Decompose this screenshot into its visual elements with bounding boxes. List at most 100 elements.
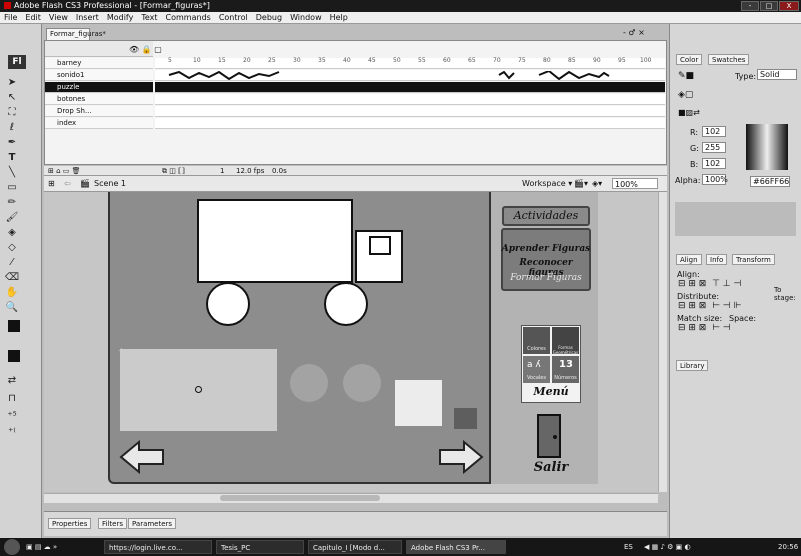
truck-body-rectangle[interactable] bbox=[197, 199, 353, 283]
stroke-pencil-icon[interactable]: ✎■ bbox=[678, 71, 694, 81]
tab-parameters[interactable]: Parameters bbox=[128, 518, 177, 529]
tab-color[interactable]: Color bbox=[676, 54, 703, 65]
distribute-buttons-icon[interactable]: ⊟ ⊞ ⊠ ⊢ ⊣ ⊩ bbox=[678, 301, 741, 311]
menu-window[interactable]: Window bbox=[290, 13, 322, 22]
faded-circle-piece[interactable] bbox=[343, 364, 381, 402]
color-picker-field[interactable] bbox=[746, 124, 788, 170]
pen-tool-icon[interactable]: ✒ bbox=[4, 136, 20, 150]
menu-modify[interactable]: Modify bbox=[107, 13, 134, 22]
pencil-tool-icon[interactable]: ✏ bbox=[4, 196, 20, 210]
menu-control[interactable]: Control bbox=[219, 13, 248, 22]
g-input[interactable]: 255 bbox=[702, 142, 726, 153]
horizontal-scroll-thumb[interactable] bbox=[220, 495, 380, 501]
menu-text[interactable]: Text bbox=[141, 13, 157, 22]
match-size-buttons-icon[interactable]: ⊟ ⊞ ⊠ ⊢ ⊣ bbox=[678, 323, 731, 333]
tab-filters[interactable]: Filters bbox=[98, 518, 127, 529]
document-tab[interactable]: Formar_figuras* bbox=[46, 28, 106, 40]
text-tool-icon[interactable]: T bbox=[4, 151, 20, 165]
menu-edit[interactable]: Edit bbox=[25, 13, 41, 22]
menu-debug[interactable]: Debug bbox=[256, 13, 282, 22]
minimize-button[interactable]: - bbox=[741, 1, 759, 11]
hand-tool-icon[interactable]: ✋ bbox=[4, 286, 20, 300]
faded-square-piece[interactable] bbox=[395, 380, 442, 426]
stroke-color-swatch[interactable] bbox=[8, 320, 20, 332]
formas-tile[interactable]: Formas Geométricas bbox=[552, 327, 579, 355]
layer-row-barney[interactable]: barney bbox=[45, 58, 153, 69]
free-transform-tool-icon[interactable]: ⛶ bbox=[4, 106, 20, 120]
language-indicator[interactable]: ES bbox=[624, 538, 633, 556]
fill-bucket-icon[interactable]: ◈▢ bbox=[678, 90, 693, 100]
lasso-tool-icon[interactable]: ℓ bbox=[4, 121, 20, 135]
align-buttons-icon[interactable]: ⊟ ⊞ ⊠ ⊤ ⊥ ⊣ bbox=[678, 279, 741, 289]
frames-sonido1[interactable] bbox=[155, 70, 665, 81]
alpha-input[interactable]: 100% bbox=[702, 174, 728, 185]
layer-row-sonido1[interactable]: sonido1 bbox=[45, 70, 153, 81]
swap-colors-icon[interactable]: ⇄ bbox=[4, 374, 20, 388]
add-layer-icon[interactable]: ⊞ ⌂ ▭ 🗑 bbox=[48, 166, 80, 176]
rectangle-tool-icon[interactable]: ▭ bbox=[4, 181, 20, 195]
start-button-icon[interactable] bbox=[4, 539, 20, 555]
back-arrow-button[interactable] bbox=[119, 440, 165, 474]
edit-scene-icon[interactable]: 🎬▾ bbox=[574, 176, 588, 192]
vertical-scrollbar[interactable] bbox=[658, 192, 667, 492]
eyedropper-tool-icon[interactable]: ⁄ bbox=[4, 256, 20, 270]
eraser-tool-icon[interactable]: ⌫ bbox=[4, 271, 20, 285]
tab-info[interactable]: Info bbox=[706, 254, 728, 265]
menu-aprender-figuras[interactable]: Aprender Figuras bbox=[501, 244, 591, 254]
truck-window-square[interactable] bbox=[369, 236, 391, 255]
zoom-combobox[interactable]: 100% bbox=[612, 178, 658, 189]
type-select[interactable]: Solid bbox=[757, 69, 797, 80]
colores-tile[interactable]: Colores bbox=[523, 327, 550, 354]
system-tray-icons[interactable]: ◀ ▦ ♪ ⚙ ▣ ◐ bbox=[644, 538, 691, 556]
fill-color-swatch[interactable] bbox=[8, 350, 20, 362]
tab-properties[interactable]: Properties bbox=[48, 518, 92, 529]
line-tool-icon[interactable]: ╲ bbox=[4, 166, 20, 180]
tab-transform[interactable]: Transform bbox=[732, 254, 775, 265]
frames-drop-shadow[interactable] bbox=[155, 106, 665, 117]
workspace-dropdown[interactable]: Workspace ▾ bbox=[522, 176, 572, 192]
layer-visibility-lock-outline-icons[interactable]: 👁 🔒 ▢ bbox=[129, 45, 162, 54]
edit-symbols-icon[interactable]: ◈▾ bbox=[592, 176, 602, 192]
to-stage-label[interactable]: To stage: bbox=[774, 286, 800, 302]
taskbar-item-tesis[interactable]: Tesis_PC bbox=[216, 540, 304, 554]
menu-formar-figuras[interactable]: Formar Figuras bbox=[501, 273, 591, 283]
selection-tool-icon[interactable]: ➤ bbox=[4, 76, 20, 90]
layer-row-drop-shadow[interactable]: Drop Sh... bbox=[45, 106, 153, 117]
taskbar-item-capitulo[interactable]: Capitulo_I [Modo d... bbox=[308, 540, 402, 554]
menu-insert[interactable]: Insert bbox=[76, 13, 99, 22]
paint-bucket-tool-icon[interactable]: ◇ bbox=[4, 241, 20, 255]
next-arrow-button[interactable] bbox=[438, 440, 484, 474]
layer-row-puzzle[interactable]: puzzle bbox=[45, 82, 153, 93]
document-window-controls[interactable]: - ♂ × bbox=[623, 28, 667, 37]
menu-file[interactable]: File bbox=[4, 13, 17, 22]
quick-launch-icons[interactable]: ▣ ▤ ☁ » bbox=[26, 538, 57, 556]
taskbar-item-browser[interactable]: https://login.live.co... bbox=[104, 540, 212, 554]
timeline-toggle-icon[interactable]: ⊞ bbox=[48, 176, 55, 192]
layer-row-botones[interactable]: botones bbox=[45, 94, 153, 105]
menu-help[interactable]: Help bbox=[330, 13, 348, 22]
layer-row-index[interactable]: index bbox=[45, 118, 153, 129]
ink-bottle-tool-icon[interactable]: ◈ bbox=[4, 226, 20, 240]
snap-magnet-icon[interactable]: ⊓ bbox=[4, 392, 20, 406]
maximize-button[interactable]: □ bbox=[760, 1, 778, 11]
truck-wheel-right[interactable] bbox=[324, 282, 368, 326]
tab-swatches[interactable]: Swatches bbox=[708, 54, 750, 65]
onion-skin-icons[interactable]: ⧉ ◫ ⟦⟧ bbox=[162, 166, 185, 176]
menu-view[interactable]: View bbox=[49, 13, 68, 22]
menu-commands[interactable]: Commands bbox=[166, 13, 211, 22]
scene-name[interactable]: Scene 1 bbox=[94, 176, 126, 192]
faded-circle-piece[interactable] bbox=[290, 364, 328, 402]
frames-botones[interactable] bbox=[155, 94, 665, 105]
back-arrow-icon[interactable]: ⇦ bbox=[64, 176, 71, 192]
tab-library[interactable]: Library bbox=[676, 360, 709, 371]
hex-input[interactable]: #66FF66 bbox=[750, 176, 790, 187]
frames-puzzle[interactable] bbox=[155, 82, 665, 93]
frames-index[interactable] bbox=[155, 118, 665, 129]
smooth-icon[interactable]: ⁺⁵ bbox=[4, 410, 20, 424]
truck-wheel-left[interactable] bbox=[206, 282, 250, 326]
straighten-icon[interactable]: ⁺⁽ bbox=[4, 426, 20, 440]
small-dark-square-piece[interactable] bbox=[454, 408, 477, 429]
swap-default-colors-icon[interactable]: ■▨⇄ bbox=[678, 108, 700, 117]
exit-door-icon[interactable] bbox=[537, 414, 561, 458]
salir-label[interactable]: Salir bbox=[521, 460, 581, 475]
